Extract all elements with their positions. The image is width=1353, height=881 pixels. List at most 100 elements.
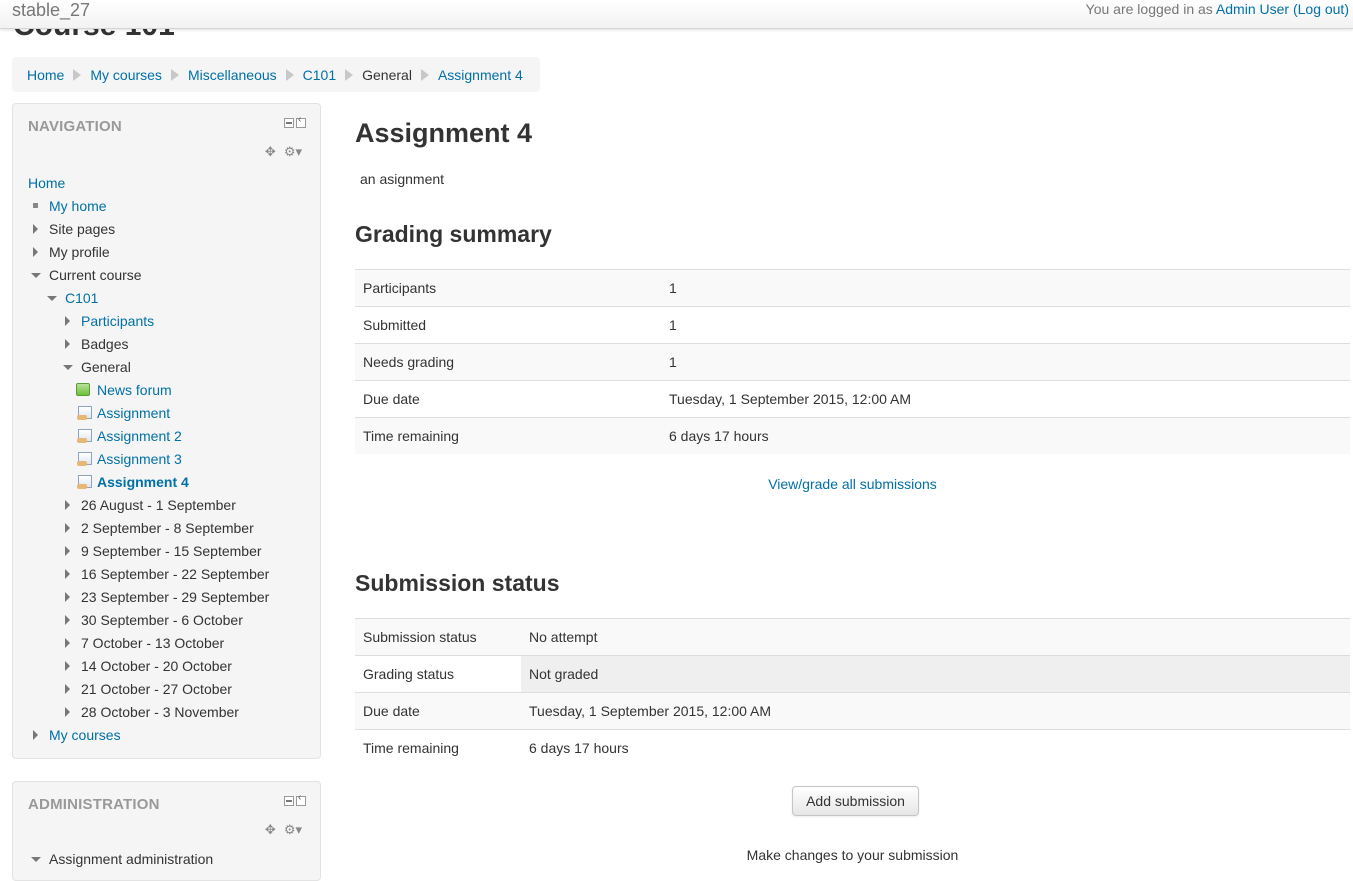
expand-icon[interactable]: [65, 569, 70, 579]
add-submission-button[interactable]: Add submission: [792, 786, 919, 816]
nav-week-5[interactable]: 23 September - 29 September: [28, 586, 269, 609]
expand-icon[interactable]: [65, 661, 70, 671]
nav-participants[interactable]: Participants: [28, 310, 269, 333]
nav-my-home[interactable]: My home: [28, 195, 269, 218]
nav-activity-label-active[interactable]: Assignment 4: [97, 474, 189, 490]
nav-week-label[interactable]: 14 October - 20 October: [81, 658, 232, 674]
collapse-icon[interactable]: [63, 365, 73, 370]
row-label: Time remaining: [355, 417, 661, 454]
nav-home[interactable]: Home: [28, 172, 269, 195]
breadcrumb-current[interactable]: Assignment 4: [438, 67, 523, 83]
nav-badges-label[interactable]: Badges: [81, 336, 128, 352]
row-value: Tuesday, 1 September 2015, 12:00 AM: [661, 380, 1350, 418]
page-title: Assignment 4: [355, 118, 533, 148]
nav-week-label[interactable]: 23 September - 29 September: [81, 589, 269, 605]
row-value: Not graded: [521, 655, 1350, 693]
nav-current-course[interactable]: Current course: [28, 264, 269, 287]
nav-week-7[interactable]: 7 October - 13 October: [28, 632, 269, 655]
view-grade-all-link[interactable]: View/grade all submissions: [768, 476, 937, 492]
collapse-block-icon[interactable]: [284, 118, 294, 128]
row-value: 1: [661, 269, 1350, 307]
admin-assignment-administration[interactable]: Assignment administration: [28, 848, 213, 871]
nav-my-home-label[interactable]: My home: [49, 198, 107, 214]
expand-icon[interactable]: [33, 247, 38, 257]
nav-my-courses[interactable]: My courses: [28, 724, 269, 747]
nav-week-label[interactable]: 30 September - 6 October: [81, 612, 243, 628]
nav-my-profile[interactable]: My profile: [28, 241, 269, 264]
expand-icon[interactable]: [65, 592, 70, 602]
nav-participants-label[interactable]: Participants: [81, 313, 154, 329]
nav-badges[interactable]: Badges: [28, 333, 269, 356]
nav-my-courses-label[interactable]: My courses: [49, 727, 121, 743]
nav-site-pages[interactable]: Site pages: [28, 218, 269, 241]
nav-week-2[interactable]: 2 September - 8 September: [28, 517, 269, 540]
dock-block-icon[interactable]: [296, 114, 306, 128]
nav-week-label[interactable]: 16 September - 22 September: [81, 566, 269, 582]
row-label: Submitted: [355, 306, 661, 344]
breadcrumb-separator: [420, 68, 429, 81]
nav-activity-label[interactable]: Assignment: [97, 405, 170, 421]
nav-site-pages-label[interactable]: Site pages: [49, 221, 115, 237]
breadcrumb: Home My courses Miscellaneous C101 Gener…: [12, 57, 540, 92]
nav-week-label[interactable]: 7 October - 13 October: [81, 635, 224, 651]
breadcrumb-category[interactable]: Miscellaneous: [188, 67, 277, 83]
expand-icon[interactable]: [65, 707, 70, 717]
nav-course-label[interactable]: C101: [65, 290, 98, 306]
collapse-icon[interactable]: [47, 296, 57, 301]
nav-week-9[interactable]: 21 October - 27 October: [28, 678, 269, 701]
nav-my-profile-label[interactable]: My profile: [49, 244, 110, 260]
nav-week-10[interactable]: 28 October - 3 November: [28, 701, 269, 724]
gear-icon[interactable]: ⚙▾: [284, 822, 302, 837]
nav-week-6[interactable]: 30 September - 6 October: [28, 609, 269, 632]
nav-current-course-label[interactable]: Current course: [49, 267, 142, 283]
nav-week-label[interactable]: 9 September - 15 September: [81, 543, 262, 559]
nav-activity-news-forum[interactable]: News forum: [28, 379, 269, 402]
expand-icon[interactable]: [65, 638, 70, 648]
expand-icon[interactable]: [65, 615, 70, 625]
expand-icon[interactable]: [33, 730, 38, 740]
nav-activity-assignment[interactable]: Assignment: [28, 402, 269, 425]
gear-icon[interactable]: ⚙▾: [284, 144, 302, 159]
breadcrumb-home[interactable]: Home: [27, 67, 64, 83]
nav-home-label[interactable]: Home: [28, 175, 65, 191]
expand-icon[interactable]: [65, 339, 70, 349]
collapse-icon[interactable]: [31, 273, 41, 278]
expand-icon[interactable]: [65, 523, 70, 533]
row-label: Needs grading: [355, 343, 661, 381]
nav-week-label[interactable]: 21 October - 27 October: [81, 681, 232, 697]
nav-activity-assignment-4[interactable]: Assignment 4: [28, 471, 269, 494]
nav-activity-label[interactable]: Assignment 3: [97, 451, 182, 467]
admin-item-label[interactable]: Assignment administration: [49, 851, 213, 867]
move-icon[interactable]: ✥: [265, 822, 276, 837]
nav-activity-label[interactable]: Assignment 2: [97, 428, 182, 444]
nav-course[interactable]: C101: [28, 287, 269, 310]
nav-week-label[interactable]: 26 August - 1 September: [81, 497, 236, 513]
nav-week-label[interactable]: 2 September - 8 September: [81, 520, 254, 536]
nav-general-label[interactable]: General: [81, 359, 131, 375]
expand-icon[interactable]: [33, 224, 38, 234]
nav-week-1[interactable]: 26 August - 1 September: [28, 494, 269, 517]
collapse-icon[interactable]: [31, 857, 41, 862]
site-brand[interactable]: stable_27: [12, 0, 90, 20]
nav-week-4[interactable]: 16 September - 22 September: [28, 563, 269, 586]
breadcrumb-my-courses[interactable]: My courses: [90, 67, 162, 83]
user-link[interactable]: Admin User: [1216, 1, 1289, 17]
nav-activity-assignment-2[interactable]: Assignment 2: [28, 425, 269, 448]
expand-icon[interactable]: [65, 316, 70, 326]
nav-week-3[interactable]: 9 September - 15 September: [28, 540, 269, 563]
dock-block-icon[interactable]: [296, 792, 306, 806]
nav-general[interactable]: General: [28, 356, 269, 379]
logout-link[interactable]: (Log out): [1293, 1, 1349, 17]
administration-block-title: ADMINISTRATION: [28, 796, 160, 813]
nav-week-label[interactable]: 28 October - 3 November: [81, 704, 239, 720]
nav-activity-label[interactable]: News forum: [97, 382, 172, 398]
collapse-block-icon[interactable]: [284, 796, 294, 806]
block-controls: [284, 792, 306, 806]
nav-week-8[interactable]: 14 October - 20 October: [28, 655, 269, 678]
nav-activity-assignment-3[interactable]: Assignment 3: [28, 448, 269, 471]
breadcrumb-course[interactable]: C101: [303, 67, 336, 83]
expand-icon[interactable]: [65, 546, 70, 556]
expand-icon[interactable]: [65, 500, 70, 510]
move-icon[interactable]: ✥: [265, 144, 276, 159]
expand-icon[interactable]: [65, 684, 70, 694]
